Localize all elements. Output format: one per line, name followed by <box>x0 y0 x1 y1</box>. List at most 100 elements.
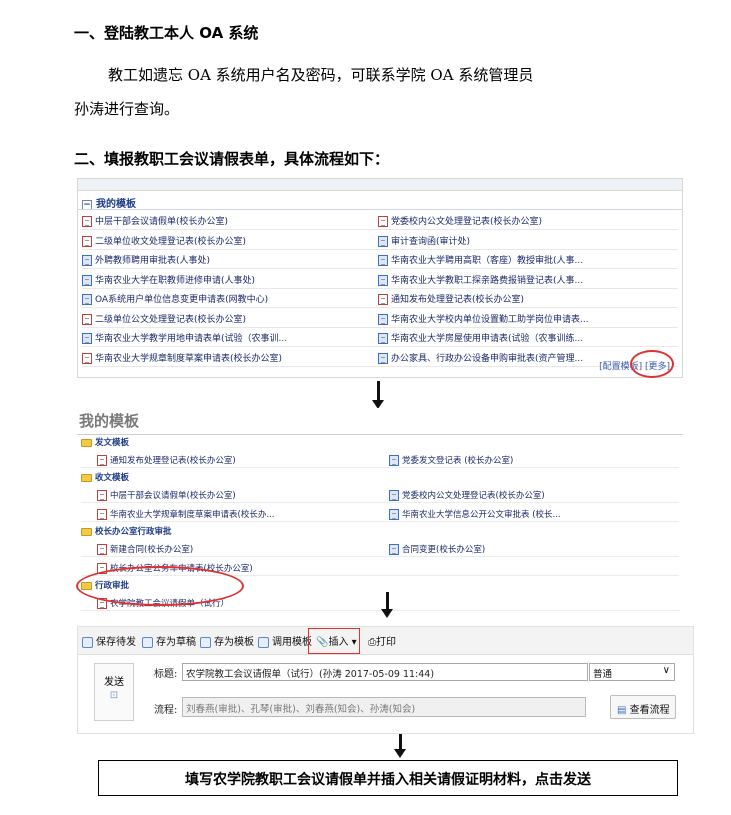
template-load-icon <box>258 636 269 648</box>
template-row: 外聘教师聘用审批表(人事处) 华南农业大学聘用高职（客座）教授审批(人事... <box>82 250 678 269</box>
document-icon <box>97 455 107 466</box>
document-icon <box>82 294 92 305</box>
down-arrow-icon <box>372 381 384 409</box>
flow-input: 刘春燕(审批)、孔琴(审批)、刘春燕(知会)、孙涛(知会) <box>182 697 586 717</box>
template-link[interactable]: 中层干部会议请假单(校长办公室) <box>82 214 228 227</box>
title-label: 标题: <box>154 669 178 680</box>
panel-title: 我的模板 <box>79 412 140 430</box>
chevron-down-icon: ▾ <box>348 637 357 648</box>
document-icon <box>389 544 399 555</box>
template-link[interactable]: 华南农业大学规章制度草案申请表(校长办公室) <box>82 351 282 364</box>
document-icon <box>378 255 388 266</box>
document-icon <box>389 455 399 466</box>
document-icon <box>82 255 92 266</box>
folder-icon <box>81 473 92 482</box>
document-icon <box>97 490 107 501</box>
template-group-header[interactable]: 发文模板 <box>81 436 129 448</box>
template-link[interactable]: 通知发布处理登记表(校长办公室) <box>378 292 524 305</box>
save-icon <box>82 636 93 648</box>
template-link[interactable]: 合同变更(校长办公室) <box>389 543 485 555</box>
template-link[interactable]: 通知发布处理登记表(校长办公室) <box>97 454 236 466</box>
template-link[interactable]: 党委校内公文处理登记表(校长办公室) <box>389 489 545 501</box>
template-row: 华南农业大学规章制度草案申请表(校长办... 华南农业大学信息公开公文审批表 (校… <box>81 504 679 522</box>
template-link[interactable]: 华南农业大学教职工探亲路费报销登记表(人事... <box>378 273 583 286</box>
section-heading-fill-form: 二、填报教职工会议请假表单，具体流程如下： <box>74 150 390 168</box>
template-group-header[interactable]: 收文模板 <box>81 471 129 483</box>
save-draft-button[interactable]: 存为草稿 <box>142 633 196 648</box>
template-link[interactable]: OA系统用户单位信息变更申请表(网教中心) <box>82 292 268 305</box>
template-link[interactable]: 华南农业大学在职教师进修申请(人事处) <box>82 273 255 286</box>
template-link[interactable]: 党委发文登记表 (校长办公室) <box>389 454 513 466</box>
template-link[interactable]: 新建合同(校长办公室) <box>97 543 193 555</box>
template-link[interactable]: 外聘教师聘用审批表(人事处) <box>82 253 210 266</box>
divider <box>77 434 683 435</box>
document-icon <box>378 294 388 305</box>
template-link[interactable]: 二级单位收文处理登记表(校长办公室) <box>82 234 246 247</box>
section-heading-login: 一、登陆教工本人 OA 系统 <box>74 24 259 42</box>
template-link[interactable]: 审计查询函(审计处) <box>378 234 470 247</box>
send-icon: ⊡ <box>109 690 119 701</box>
chevron-down-icon: ∨ <box>662 665 670 676</box>
down-arrow-icon <box>394 734 406 758</box>
document-icon <box>378 216 388 227</box>
template-link[interactable]: 中层干部会议请假单(校长办公室) <box>97 489 236 501</box>
template-link[interactable]: 华南农业大学聘用高职（客座）教授审批(人事... <box>378 253 583 266</box>
send-button[interactable]: 发送 ⊡ <box>94 663 134 721</box>
template-link[interactable]: 华南农业大学教学用地申请表单(试验（农事训... <box>82 331 287 344</box>
my-templates-panel: − 我的模板 中层干部会议请假单(校长办公室) 党委校内公文处理登记表(校长办公室)… <box>77 178 683 378</box>
template-row: 中层干部会议请假单(校长办公室) 党委校内公文处理登记表(校长办公室) <box>82 211 678 230</box>
use-template-button[interactable]: 调用模板 <box>258 633 312 648</box>
folder-icon <box>81 438 92 447</box>
document-icon <box>82 235 92 247</box>
insert-button[interactable]: 📎插入 ▾ <box>316 633 357 648</box>
template-save-icon <box>200 636 211 648</box>
highlight-circle-leave-form <box>76 566 244 606</box>
save-template-button[interactable]: 存为模板 <box>200 633 254 648</box>
document-icon <box>389 490 399 501</box>
panel-title[interactable]: − 我的模板 <box>82 195 136 210</box>
template-row: 二级单位公文处理登记表(校长办公室) 华南农业大学校内单位设置勤工助学岗位申请表.… <box>82 309 678 328</box>
final-instruction-box: 填写农学院教职工会议请假单并插入相关请假证明材料，点击发送 <box>98 760 678 796</box>
template-link[interactable]: 二级单位公文处理登记表(校长办公室) <box>82 312 246 325</box>
down-arrow-icon <box>381 592 393 618</box>
template-link[interactable]: 华南农业大学规章制度草案申请表(校长办... <box>97 508 274 520</box>
document-icon <box>378 352 388 364</box>
document-icon <box>378 333 388 344</box>
template-link[interactable]: 办公家具、行政办公设备申购审批表(资产管理... <box>378 351 583 364</box>
document-icon <box>378 235 388 247</box>
paragraph-line-2: 孙涛进行查询。 <box>74 100 180 118</box>
print-button[interactable]: ⎙打印 <box>368 633 396 648</box>
compose-form-panel: 保存待发 存为草稿 存为模板 调用模板 📎插入 ▾ ⎙打印 发送 ⊡ 标题: 农… <box>77 626 694 734</box>
document-icon <box>82 216 92 227</box>
highlight-circle-more <box>630 350 674 378</box>
template-row: 华南农业大学在职教师进修申请(人事处) 华南农业大学教职工探亲路费报销登记表(人事… <box>82 270 678 289</box>
document-icon <box>97 544 107 555</box>
template-row: 二级单位收文处理登记表(校长办公室) 审计查询函(审计处) <box>82 231 678 250</box>
view-flow-button[interactable]: ▤ 查看流程 <box>610 695 676 719</box>
template-row: 华南农业大学规章制度草案申请表(校长办公室) 办公家具、行政办公设备申购审批表(资… <box>82 348 678 367</box>
flow-label: 流程: <box>154 705 178 716</box>
template-row: OA系统用户单位信息变更申请表(网教中心) 通知发布处理登记表(校长办公室) <box>82 289 678 308</box>
template-group-header[interactable]: 校长办公室行政审批 <box>81 525 172 537</box>
template-link[interactable]: 党委校内公文处理登记表(校长办公室) <box>378 214 542 227</box>
printer-icon: ⎙ <box>368 637 376 648</box>
template-row: 通知发布处理登记表(校长办公室) 党委发文登记表 (校长办公室) <box>81 450 679 468</box>
document-icon <box>97 509 107 520</box>
priority-select[interactable]: 普通 ∨ <box>589 663 675 681</box>
template-link[interactable]: 华南农业大学校内单位设置勤工助学岗位申请表... <box>378 312 589 325</box>
title-input[interactable]: 农学院教工会议请假单（试行）(孙涛 2017-05-09 11:44) <box>182 663 588 681</box>
document-icon <box>82 333 92 344</box>
paragraph-line-1: 教工如遗忘 OA 系统用户名及密码，可联系学院 OA 系统管理员 <box>108 66 534 84</box>
divider <box>78 209 682 210</box>
document-icon <box>82 352 92 364</box>
template-row: 中层干部会议请假单(校长办公室) 党委校内公文处理登记表(校长办公室) <box>81 485 679 503</box>
folder-icon <box>81 527 92 536</box>
template-link[interactable]: 华南农业大学房屋使用申请表(试验（农事训练... <box>378 331 583 344</box>
panel-top-bar <box>78 179 682 191</box>
template-link[interactable]: 华南农业大学信息公开公文审批表 (校长... <box>389 508 561 520</box>
document-icon <box>82 274 92 286</box>
document-icon <box>378 274 388 286</box>
document-icon <box>389 509 399 520</box>
save-send-button[interactable]: 保存待发 <box>82 633 136 648</box>
toolbar: 保存待发 存为草稿 存为模板 调用模板 📎插入 ▾ ⎙打印 <box>78 627 693 655</box>
